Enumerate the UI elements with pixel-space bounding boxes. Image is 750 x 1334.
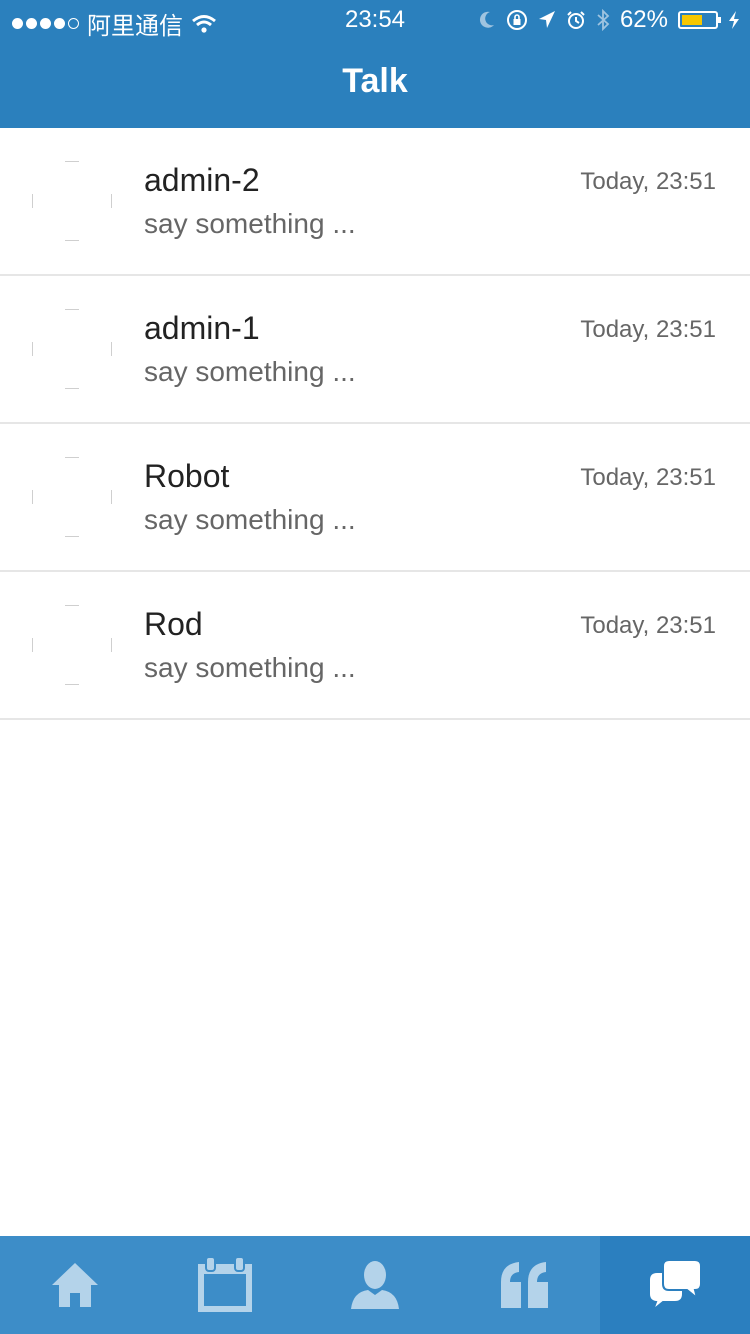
status-bar: 阿里通信 23:54 62% (0, 0, 750, 40)
message-preview: say something ... (144, 652, 356, 683)
avatar (32, 457, 112, 537)
contact-name: Robot (144, 458, 230, 494)
moon-icon (479, 11, 494, 28)
conversation-row[interactable]: admin-1 say something ... Today, 23:51 (0, 276, 750, 424)
tab-bar (0, 1236, 750, 1334)
battery-level (682, 15, 702, 25)
tab-quotes[interactable] (450, 1236, 600, 1334)
message-preview: say something ... (144, 356, 356, 387)
message-time: Today, 23:51 (580, 316, 716, 343)
tab-calendar[interactable] (150, 1236, 300, 1334)
charging-bolt-icon (729, 11, 739, 29)
message-preview: say something ... (144, 208, 356, 239)
rotation-lock-icon (506, 10, 527, 30)
page-title: Talk (342, 62, 408, 100)
status-right: 62% (478, 6, 740, 34)
battery-icon (678, 11, 721, 29)
conversation-row[interactable]: admin-2 say something ... Today, 23:51 (0, 128, 750, 276)
navigation-header: 阿里通信 23:54 62% Talk (0, 0, 750, 128)
contact-name: admin-2 (144, 162, 260, 198)
contact-name: Rod (144, 606, 203, 642)
avatar (32, 309, 112, 389)
quote-icon (501, 1262, 548, 1308)
message-time: Today, 23:51 (580, 168, 716, 195)
bluetooth-icon (597, 9, 610, 31)
avatar (32, 605, 112, 685)
message-time: Today, 23:51 (580, 612, 716, 639)
conversation-row[interactable]: Robot say something ... Today, 23:51 (0, 424, 750, 572)
conversation-list: admin-2 say something ... Today, 23:51 a… (0, 128, 750, 720)
conversation-row[interactable]: Rod say something ... Today, 23:51 (0, 572, 750, 720)
message-time: Today, 23:51 (580, 464, 716, 491)
home-icon (52, 1263, 98, 1307)
avatar (32, 161, 112, 241)
battery-percentage: 62% (619, 6, 668, 33)
calendar-icon (198, 1256, 252, 1312)
contact-name: admin-1 (144, 310, 260, 346)
person-icon (351, 1261, 399, 1309)
alarm-icon (567, 11, 585, 29)
tab-talk[interactable] (600, 1236, 750, 1334)
tab-home[interactable] (0, 1236, 150, 1334)
location-arrow-icon (538, 11, 555, 28)
chat-icon (648, 1259, 702, 1312)
tab-profile[interactable] (300, 1236, 450, 1334)
message-preview: say something ... (144, 504, 356, 535)
